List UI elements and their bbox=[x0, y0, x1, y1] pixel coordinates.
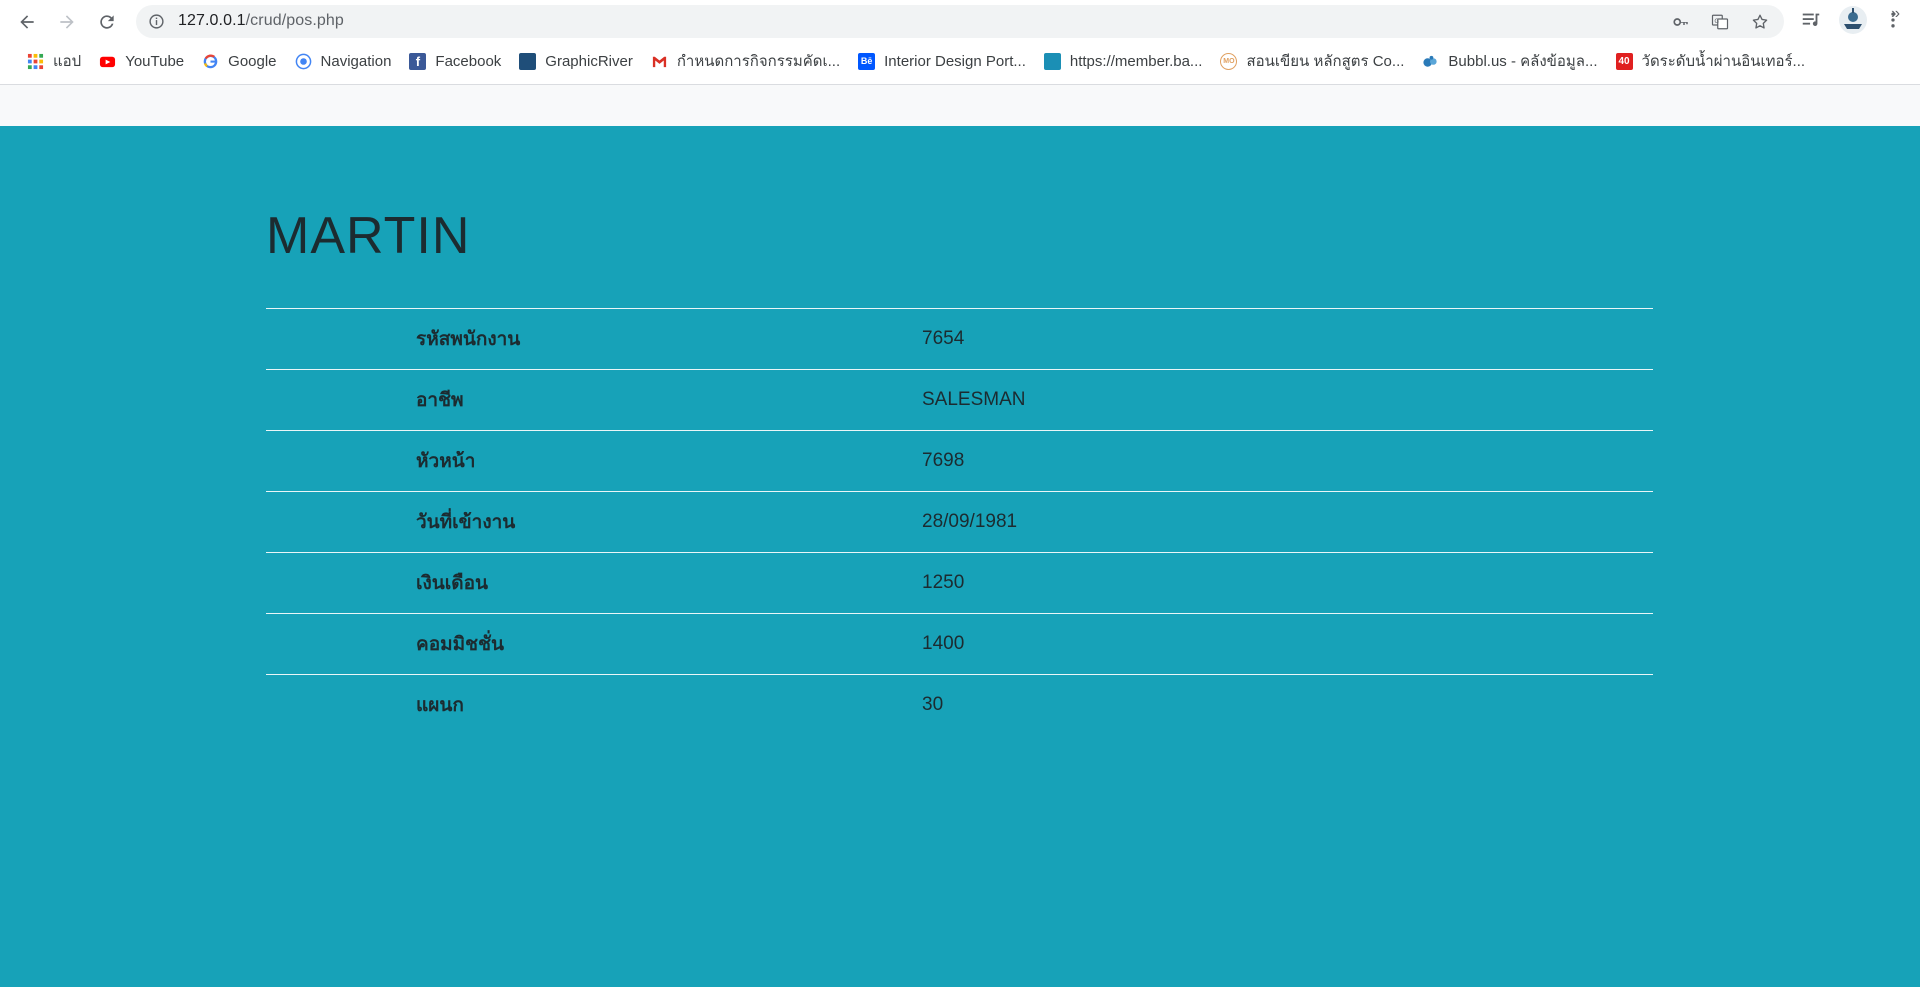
bookmark-item[interactable]: Bē Interior Design Port... bbox=[849, 47, 1035, 75]
gmail-icon bbox=[651, 53, 668, 70]
field-value: 7654 bbox=[922, 328, 965, 349]
table-row: รหัสพนักงาน 7654 bbox=[266, 308, 1653, 370]
facebook-icon: f bbox=[409, 52, 427, 70]
key-icon[interactable] bbox=[1672, 13, 1690, 31]
bookmark-label: แอป bbox=[53, 53, 82, 70]
page-title: MARTIN bbox=[266, 207, 471, 265]
forward-button[interactable] bbox=[53, 8, 81, 36]
field-label: หัวหน้า bbox=[416, 451, 476, 472]
url-path: /crud/pos.php bbox=[245, 12, 344, 29]
field-label: อาชีพ bbox=[416, 390, 464, 411]
bookmark-label: https://member.ba... bbox=[1069, 52, 1203, 70]
arrow-left-icon bbox=[20, 15, 34, 29]
reload-icon bbox=[100, 15, 114, 29]
back-button[interactable] bbox=[13, 8, 41, 36]
field-value: 28/09/1981 bbox=[922, 511, 1018, 532]
svg-text:G: G bbox=[1714, 18, 1719, 25]
reload-button[interactable] bbox=[93, 8, 121, 36]
table-row: หัวหน้า 7698 bbox=[266, 430, 1653, 492]
google-icon bbox=[202, 53, 219, 70]
field-value: 1250 bbox=[922, 572, 965, 593]
bookmark-item[interactable]: https://member.ba... bbox=[1035, 47, 1212, 75]
field-value: 7698 bbox=[922, 450, 965, 471]
field-label: วันที่เข้างาน bbox=[416, 512, 516, 533]
url-host: 127.0.0.1 bbox=[178, 12, 246, 29]
bookmark-item[interactable]: f Facebook bbox=[400, 47, 510, 75]
bookmark-label: สอนเขียน หลักสูตร Co... bbox=[1246, 53, 1405, 70]
bookmark-item[interactable]: 40 วัดระดับน้ำผ่านอินเทอร์... bbox=[1607, 47, 1815, 75]
info-icon[interactable] bbox=[148, 13, 165, 30]
field-label: คอมมิชชั่น bbox=[416, 634, 504, 655]
address-bar[interactable]: 127.0.0.1/crud/pos.php G bbox=[136, 5, 1784, 38]
field-value: 30 bbox=[922, 694, 944, 716]
forty-icon: 40 bbox=[1615, 52, 1633, 70]
bookmark-label: GraphicRiver bbox=[545, 52, 633, 70]
bookmark-label: กำหนดการกิจกรรมคัดเ... bbox=[676, 53, 841, 70]
playlist-icon bbox=[1802, 13, 1820, 27]
bookmark-label: Navigation bbox=[320, 52, 392, 70]
table-row: วันที่เข้างาน 28/09/1981 bbox=[266, 491, 1653, 553]
youtube-icon bbox=[99, 53, 116, 70]
field-label: แผนก bbox=[416, 695, 464, 717]
table-row: แผนก 30 bbox=[266, 674, 1653, 736]
translate-icon[interactable]: G bbox=[1711, 13, 1729, 31]
bookmark-label: Google bbox=[228, 52, 277, 70]
media-controls-button[interactable] bbox=[1800, 9, 1822, 31]
bookmark-item[interactable]: YouTube bbox=[90, 47, 193, 75]
field-label: เงินเดือน bbox=[416, 573, 488, 594]
employee-detail-table: รหัสพนักงาน 7654 อาชีพ SALESMAN หัวหน้า 7698 ว… bbox=[266, 308, 1653, 736]
mo-icon: MO bbox=[1220, 52, 1238, 70]
behance-icon: Bē bbox=[858, 52, 876, 70]
bookmark-label: Facebook bbox=[435, 52, 502, 70]
bookmark-label: YouTube bbox=[125, 52, 185, 70]
graphicriver-icon bbox=[519, 52, 537, 70]
table-row: คอมมิชชั่น 1400 bbox=[266, 613, 1653, 675]
site-icon bbox=[1043, 52, 1061, 70]
page-navbar bbox=[0, 85, 1920, 126]
profile-button[interactable] bbox=[1838, 5, 1868, 35]
arrow-right-icon bbox=[60, 15, 74, 29]
bookmarks-bar: แอป YouTube Google Navigation f Facebook Graph… bbox=[0, 47, 1920, 75]
field-value: SALESMAN bbox=[922, 389, 1026, 410]
apps-grid-icon bbox=[27, 53, 44, 70]
avatar bbox=[1839, 6, 1867, 34]
bookmark-item[interactable]: Bubbl.us - คลังข้อมูล... bbox=[1413, 47, 1606, 75]
navigation-icon bbox=[295, 53, 312, 70]
main-content: MARTIN รหัสพนักงาน 7654 อาชีพ SALESMAN หัวหน… bbox=[266, 126, 1653, 736]
bookmark-item[interactable]: MO สอนเขียน หลักสูตร Co... bbox=[1211, 47, 1413, 75]
browser-toolbar: 127.0.0.1/crud/pos.php G bbox=[0, 0, 1920, 43]
bookmark-label: Bubbl.us - คลังข้อมูล... bbox=[1448, 53, 1598, 70]
table-row: อาชีพ SALESMAN bbox=[266, 369, 1653, 431]
bookmark-label: วัดระดับน้ำผ่านอินเทอร์... bbox=[1641, 53, 1806, 70]
url-text[interactable]: 127.0.0.1/crud/pos.php bbox=[178, 12, 344, 30]
bookmark-item[interactable]: Navigation bbox=[286, 47, 401, 75]
browser-chrome: 127.0.0.1/crud/pos.php G แอป YouTube Googl… bbox=[0, 0, 1920, 85]
bookmark-item[interactable]: GraphicRiver bbox=[510, 47, 642, 75]
table-row: เงินเดือน 1250 bbox=[266, 552, 1653, 614]
field-label: รหัสพนักงาน bbox=[416, 329, 521, 350]
bookmark-item[interactable]: Google bbox=[193, 47, 285, 75]
field-value: 1400 bbox=[922, 633, 965, 654]
bookmark-item[interactable]: แอป bbox=[18, 47, 90, 75]
star-icon[interactable] bbox=[1751, 13, 1769, 31]
bookmarks-overflow-button[interactable]: » bbox=[1891, 0, 1900, 28]
bubbl-icon bbox=[1422, 53, 1439, 70]
bookmark-item[interactable]: กำหนดการกิจกรรมคัดเ... bbox=[642, 47, 849, 75]
bookmark-label: Interior Design Port... bbox=[884, 52, 1026, 70]
